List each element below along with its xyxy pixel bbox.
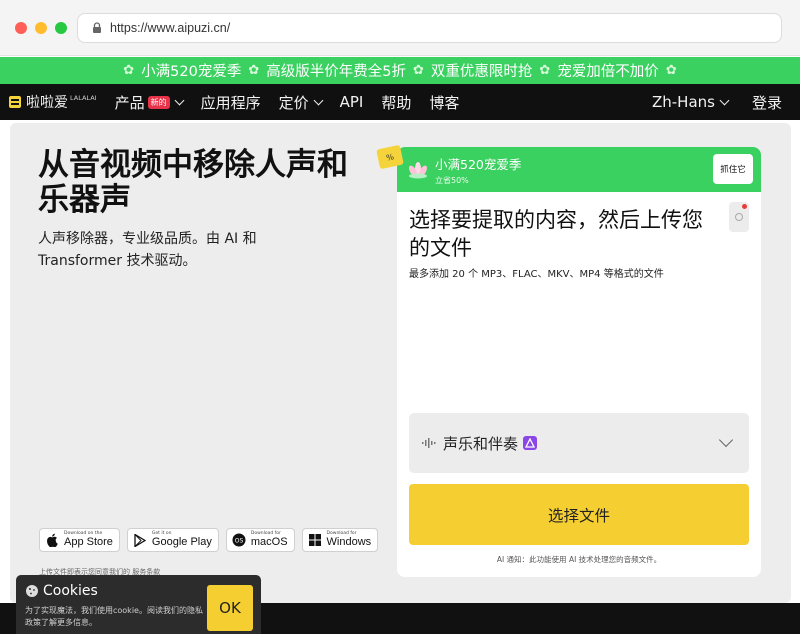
- leaf-icon: ✿: [665, 63, 677, 78]
- waveform-icon: [422, 438, 436, 448]
- upload-title: 选择要提取的内容，然后上传您的文件: [409, 208, 703, 260]
- browser-chrome: https://www.aipuzi.cn/: [0, 0, 800, 56]
- language-label: Zh-Hans: [651, 93, 715, 111]
- new-badge: 新的: [147, 95, 170, 109]
- card-promo-header[interactable]: 小满520宠爱季 立省50% 抓住它: [397, 147, 761, 192]
- card-promo-sub: 立省50%: [435, 175, 469, 185]
- maximize-window-button[interactable]: [55, 22, 67, 34]
- ai-icon: [523, 436, 538, 450]
- windows-icon: [308, 533, 322, 547]
- windows-button[interactable]: Download for Windows: [301, 528, 379, 552]
- store-name: App Store: [64, 535, 113, 548]
- chevron-down-icon: [719, 95, 730, 105]
- url-text: https://www.aipuzi.cn/: [110, 21, 231, 35]
- close-window-button[interactable]: [15, 22, 27, 34]
- cookie-title: Cookies: [25, 583, 98, 599]
- nav-help[interactable]: 帮助: [381, 92, 411, 113]
- lotus-icon: [407, 159, 429, 181]
- window-controls: [15, 22, 67, 34]
- record-button[interactable]: [729, 202, 749, 232]
- choose-file-button[interactable]: 选择文件: [409, 484, 749, 545]
- main-panel: 从音视频中移除人声和乐器声 人声移除器，专业级品质。由 AI 和 Transfo…: [10, 123, 791, 603]
- leaf-icon: ✿: [539, 63, 551, 78]
- svg-text:OS: OS: [235, 538, 244, 545]
- cookie-icon: [26, 585, 38, 597]
- nav-apps[interactable]: 应用程序: [201, 92, 261, 113]
- leaf-icon: ✿: [248, 63, 260, 78]
- nav-products[interactable]: 产品 新的: [114, 92, 185, 113]
- promo-item: 高级版半价年费全5折: [266, 64, 406, 80]
- top-nav: 啦啦爱 LALALAI 产品 新的 应用程序 定价 API 帮助 博客 Zh-H…: [0, 84, 800, 120]
- login-link[interactable]: 登录: [752, 92, 782, 113]
- logo[interactable]: 啦啦爱 LALALAI: [9, 92, 97, 112]
- logo-icon: [9, 96, 21, 108]
- cookie-ok-button[interactable]: OK: [207, 585, 253, 631]
- minimize-window-button[interactable]: [35, 22, 47, 34]
- google-play-button[interactable]: Get it on Google Play: [126, 528, 219, 552]
- logo-sup: LALALAI: [70, 94, 97, 102]
- store-name: macOS: [250, 535, 288, 548]
- apple-icon: [45, 533, 59, 547]
- macos-button[interactable]: OS Download for macOS: [225, 528, 295, 552]
- cookie-banner: Cookies 为了实现魔法，我们使用cookie。阅读我们的隐私政策了解更多信…: [16, 575, 261, 634]
- notification-dot: [742, 204, 747, 209]
- language-selector[interactable]: Zh-Hans: [651, 93, 730, 111]
- nav-blog[interactable]: 博客: [429, 92, 459, 113]
- ai-notice: AI 通知：此功能使用 AI 技术处理您的音频文件。: [496, 555, 662, 564]
- store-name: Google Play: [151, 535, 212, 548]
- leaf-icon: ✿: [413, 63, 424, 78]
- nav-pricing-label: 定价: [278, 93, 309, 112]
- leaf-icon: ✿: [123, 63, 135, 78]
- store-name: Windows: [326, 535, 372, 548]
- logo-text: 啦啦爱: [26, 95, 68, 111]
- chevron-down-icon: [313, 95, 324, 105]
- promo-banner[interactable]: ✿ 小满520宠爱季 ✿ 高级版半价年费全5折 ✿ 双重优惠限时抢 ✿ 宠爱加倍…: [0, 57, 800, 84]
- store-badges: Download on the App Store Get it on Google…: [39, 528, 379, 552]
- nav-products-label: 产品: [114, 93, 145, 112]
- nav-pricing[interactable]: 定价: [278, 92, 324, 113]
- macos-icon: OS: [232, 533, 246, 547]
- record-icon: [735, 213, 743, 221]
- nav-api[interactable]: API: [340, 93, 364, 111]
- format-note: 最多添加 20 个 MP3、FLAC、MKV、MP4 等格式的文件: [409, 269, 664, 280]
- chevron-down-icon: [174, 95, 185, 105]
- cookie-title-text: Cookies: [43, 583, 98, 599]
- cookie-description: 为了实现魔法，我们使用cookie。阅读我们的隐私政策了解更多信息。: [25, 606, 203, 627]
- lock-icon: [93, 22, 101, 33]
- promo-item: 双重优惠限时抢: [430, 64, 533, 80]
- app-store-button[interactable]: Download on the App Store: [39, 528, 120, 552]
- stem-selector[interactable]: 声乐和伴奏: [409, 413, 749, 473]
- chevron-down-icon: [718, 432, 734, 448]
- hero-subtitle: 人声移除器，专业级品质。由 AI 和 Transformer 技术驱动。: [38, 231, 257, 269]
- address-bar[interactable]: https://www.aipuzi.cn/: [77, 13, 782, 43]
- promo-item: 宠爱加倍不加价: [557, 64, 659, 80]
- card-promo-title: 小满520宠爱季: [435, 156, 522, 172]
- stem-selector-label: 声乐和伴奏: [443, 434, 519, 453]
- hero-title: 从音视频中移除人声和乐器声: [38, 147, 348, 218]
- google-play-icon: [133, 533, 147, 547]
- upload-card: 小满520宠爱季 立省50% 抓住它 选择要提取的内容，然后上传您的文件 最多添…: [397, 147, 761, 577]
- grab-offer-button[interactable]: 抓住它: [713, 154, 753, 184]
- promo-item: 小满520宠爱季: [141, 64, 242, 80]
- nav-right: Zh-Hans 登录: [652, 92, 782, 113]
